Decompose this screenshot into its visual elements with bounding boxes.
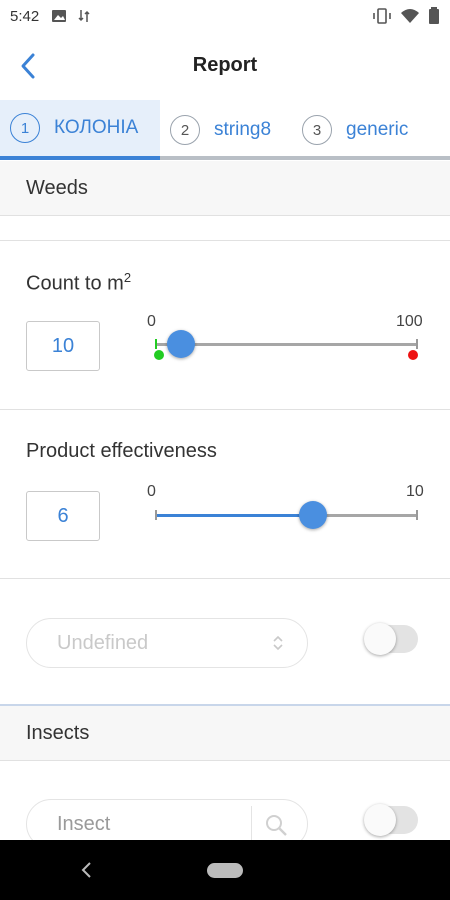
nav-back-icon[interactable] — [80, 861, 94, 879]
count-slider-max-tick — [416, 339, 418, 349]
toggle-knob — [364, 623, 396, 655]
effectiveness-slider-thumb[interactable] — [299, 501, 327, 529]
divider — [0, 409, 450, 410]
status-time: 5:42 — [10, 7, 40, 25]
divider — [0, 760, 450, 761]
page-title: Report — [192, 54, 258, 76]
data-transfer-icon — [78, 10, 90, 22]
effectiveness-slider-fill — [156, 514, 313, 517]
tab-step-2[interactable]: 2 string8 — [170, 100, 300, 160]
wifi-icon — [401, 9, 419, 23]
count-input[interactable]: 10 — [26, 321, 100, 371]
insect-toggle[interactable] — [364, 804, 418, 836]
search-divider — [251, 806, 252, 844]
count-slider-thumb[interactable] — [167, 330, 195, 358]
tab-label: string8 — [214, 119, 272, 140]
tab-step-3[interactable]: 3 generic — [302, 100, 450, 160]
section-insects-header: Insects — [0, 706, 450, 760]
vibrate-icon — [373, 8, 391, 24]
count-slider-max: 100 — [396, 313, 423, 330]
effectiveness-label: Product effectiveness — [26, 440, 217, 462]
count-label: Count to m2 — [26, 270, 131, 296]
tab-step-1[interactable]: 1 КОЛОНІА — [0, 100, 160, 160]
section-weeds-header: Weeds — [0, 161, 450, 215]
step-tabs: 1 КОЛОНІА 2 string8 3 generic — [0, 100, 450, 160]
nav-home-pill[interactable] — [207, 863, 243, 878]
search-icon[interactable] — [263, 812, 289, 838]
toggle-knob — [364, 804, 396, 836]
battery-icon — [429, 7, 439, 24]
spacer-band — [0, 216, 450, 240]
weed-type-select[interactable]: Undefined — [26, 618, 308, 668]
image-notification-icon — [52, 10, 67, 22]
count-slider-min-tick — [155, 339, 157, 349]
insect-search-placeholder: Insect — [57, 812, 111, 835]
tab-track — [160, 156, 450, 160]
count-min-marker — [154, 350, 164, 360]
tab-label: generic — [346, 119, 409, 140]
app-header: Report — [0, 32, 450, 100]
system-nav-bar — [0, 840, 450, 900]
tab-number: 1 — [10, 113, 40, 143]
effectiveness-slider-max-tick — [416, 510, 418, 520]
count-slider-track[interactable] — [156, 343, 418, 346]
tab-number: 3 — [302, 115, 332, 145]
divider — [0, 578, 450, 579]
effectiveness-slider-min: 0 — [147, 483, 156, 500]
count-max-marker — [408, 350, 418, 360]
count-label-superscript: 2 — [123, 270, 132, 285]
tab-label: КОЛОНІА — [54, 117, 139, 138]
effectiveness-slider-min-tick — [155, 510, 157, 520]
count-label-text: Count to m — [26, 272, 124, 295]
count-slider-min: 0 — [147, 313, 156, 330]
weed-type-toggle[interactable] — [364, 623, 418, 655]
select-arrows-icon — [273, 635, 283, 651]
tab-number: 2 — [170, 115, 200, 145]
divider — [0, 240, 450, 241]
effectiveness-input[interactable]: 6 — [26, 491, 100, 541]
effectiveness-slider-max: 10 — [406, 483, 424, 500]
status-bar: 5:42 — [0, 0, 450, 32]
weed-type-select-value: Undefined — [57, 631, 149, 654]
